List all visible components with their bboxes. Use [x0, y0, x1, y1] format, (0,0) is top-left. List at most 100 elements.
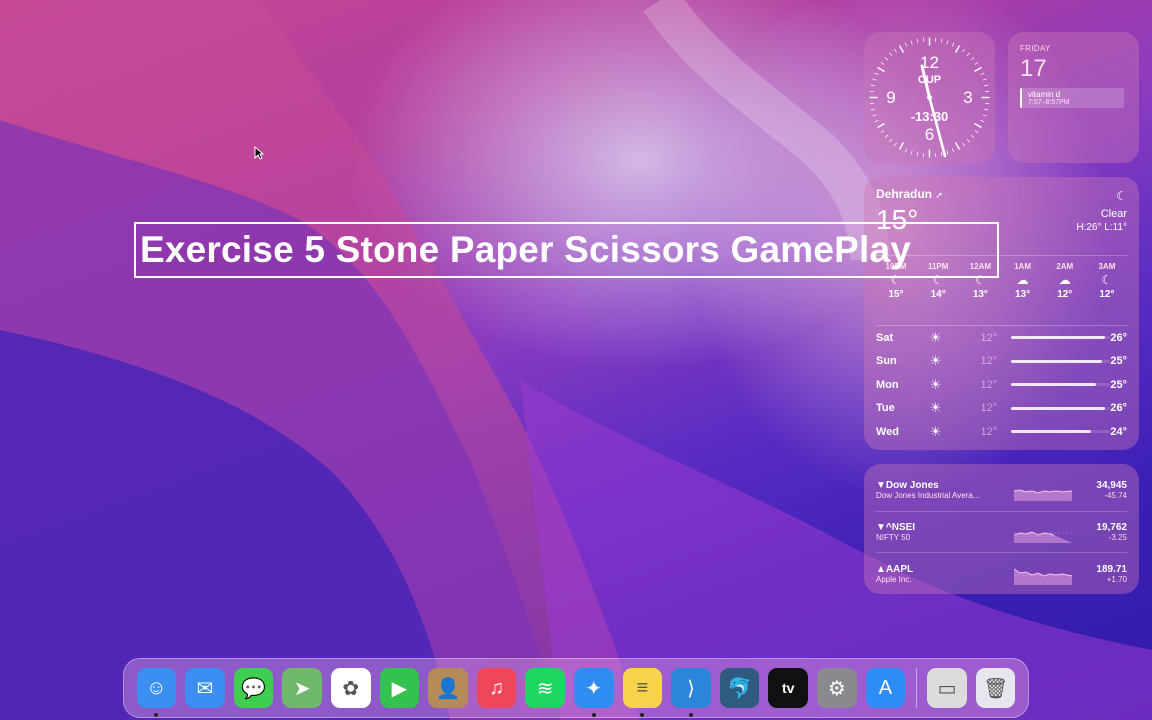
daily-forecast-row: Sat ☀ 12° 26° — [876, 326, 1127, 350]
temperature-range-fill — [1011, 383, 1097, 387]
daily-low: 12° — [980, 378, 998, 391]
cloud-moon-icon: ☁ — [1058, 273, 1071, 287]
running-indicator — [689, 713, 693, 717]
clock-center — [927, 95, 932, 100]
stock-row[interactable]: ▼Dow Jones Dow Jones Industrial Avera... 3… — [876, 470, 1127, 512]
contacts-icon[interactable]: 👤 — [428, 668, 468, 708]
calendar-widget[interactable]: FRIDAY 17 vitamin d 7:57–8:57PM — [1008, 32, 1139, 163]
weather-widget[interactable]: Dehradun ➚ 15° ☾ Clear H:26° L:11° 10PM ☾… — [864, 177, 1139, 450]
sun-icon: ☀ — [929, 376, 942, 392]
clock-numeral: 9 — [886, 88, 895, 107]
hourly-time: 1AM — [1014, 262, 1031, 271]
clock-tick — [898, 45, 905, 53]
stock-name: NIFTY 50 — [876, 532, 911, 542]
clock-tick — [904, 42, 908, 47]
clock-tick — [889, 138, 893, 143]
clock-tick — [874, 72, 879, 76]
weather-daily-forecast: Sat ☀ 12° 26° Sun ☀ 12° 25° Mon ☀ 12° 25° Tue ☀ 12° 26°… — [876, 325, 1127, 444]
clock-tick — [884, 134, 889, 138]
moon-icon: ☾ — [1116, 189, 1127, 203]
daily-high: 25° — [1110, 378, 1127, 391]
hourly-temp: 14° — [930, 289, 946, 300]
mail-icon[interactable]: ✉ — [185, 668, 225, 708]
photos-icon[interactable]: ✿ — [330, 668, 371, 708]
hourly-forecast-item: 3AM ☾ 12° — [1087, 262, 1127, 307]
temperature-range-fill — [1011, 406, 1106, 410]
safari-icon[interactable]: ✦ — [573, 668, 614, 717]
daily-day: Sat — [876, 331, 894, 344]
stock-row[interactable]: ▲AAPL Apple Inc. 189.71 +1.70 — [876, 553, 1127, 595]
stock-change: -45.74 — [1104, 491, 1127, 501]
clock-tick — [940, 152, 943, 157]
system-settings-icon[interactable]: ⚙ — [817, 668, 857, 708]
clock-numeral: 6 — [925, 125, 934, 144]
clock-tick — [877, 66, 885, 73]
moon-icon: ☾ — [1101, 273, 1113, 287]
daily-high: 24° — [1110, 425, 1127, 438]
maps-icon[interactable]: ➤ — [282, 668, 322, 708]
clock-tick — [898, 142, 905, 150]
clock-tick — [870, 108, 875, 111]
daily-day: Sun — [876, 355, 897, 368]
clock-tick — [874, 119, 879, 123]
clock-tick — [880, 130, 885, 134]
facetime-icon[interactable]: ▶ — [379, 668, 420, 708]
clock-tick — [982, 114, 987, 117]
daily-forecast-row: Sun ☀ 12° 25° — [876, 350, 1127, 374]
daily-forecast-row: Wed ☀ 12° 24° — [876, 420, 1127, 444]
stock-row[interactable]: ▼^NSEI NIFTY 50 19,762 -3.25 — [876, 512, 1127, 553]
clock-tick — [872, 78, 877, 81]
stock-price: 19,762 — [1096, 521, 1127, 533]
daily-high: 26° — [1110, 331, 1127, 344]
hourly-temp: 13° — [1015, 289, 1031, 300]
mysql-workbench-icon[interactable]: 🐬 — [719, 668, 760, 708]
clock-tick — [946, 150, 949, 155]
hourly-forecast-item: 2AM ☁ 12° — [1045, 262, 1085, 307]
temperature-range-bar — [1011, 430, 1111, 434]
screen-recording-thumbnail-icon[interactable]: ▭ — [927, 668, 967, 708]
clock-numeral: 3 — [963, 88, 972, 107]
mouse-cursor — [254, 146, 264, 160]
app-store-icon[interactable]: A — [865, 668, 906, 708]
weather-city-name: Dehradun — [876, 187, 933, 201]
clock-tick — [966, 52, 970, 57]
daily-day: Tue — [876, 402, 895, 415]
notes-icon[interactable]: ≡ — [622, 668, 663, 717]
trash-icon[interactable]: 🗑 — [975, 668, 1016, 708]
stocks-widget[interactable]: ▼Dow Jones Dow Jones Industrial Avera... 3… — [864, 464, 1139, 594]
temperature-range-bar — [1011, 383, 1111, 387]
sun-icon: ☀ — [929, 329, 942, 345]
daily-low: 12° — [980, 331, 998, 344]
vscode-icon[interactable]: ⟩ — [671, 668, 711, 717]
music-icon[interactable]: ♫ — [476, 668, 517, 708]
clock-tick — [974, 122, 982, 129]
temperature-range-fill — [1011, 430, 1091, 434]
hourly-time: 3AM — [1098, 262, 1116, 271]
clock-tick — [893, 142, 897, 147]
stock-price: 189.71 — [1096, 563, 1127, 575]
stock-sparkline — [1014, 531, 1072, 543]
calendar-event[interactable]: vitamin d 7:57–8:57PM — [1020, 88, 1124, 108]
finder-icon[interactable]: ☺ — [136, 668, 177, 717]
dock-separator — [915, 668, 917, 708]
spotify-icon[interactable]: ≋ — [525, 668, 565, 708]
clock-tick — [970, 134, 975, 138]
clock-tick — [916, 38, 919, 43]
stock-symbol: ▲AAPL — [876, 563, 914, 575]
clock-tick — [910, 150, 913, 155]
hourly-forecast-item: 1AM ☁ 13° — [1003, 262, 1043, 307]
hourly-temp: 15° — [888, 289, 904, 300]
calendar-weekday: FRIDAY — [1020, 44, 1051, 53]
running-indicator — [154, 713, 159, 717]
clock-widget[interactable]: 12 3 6 9 CUP -13:30 — [864, 32, 995, 163]
daily-forecast-row: Tue ☀ 12° 26° — [876, 397, 1127, 421]
hourly-temp: 12° — [1057, 289, 1073, 300]
temperature-range-bar — [1011, 406, 1111, 410]
messages-icon[interactable]: 💬 — [233, 668, 274, 708]
clock-tick — [984, 108, 989, 111]
clock-tick — [974, 130, 979, 134]
apple-tv-icon[interactable]: tv — [768, 668, 809, 708]
clock-tick — [984, 84, 989, 87]
daily-low: 12° — [980, 425, 998, 438]
clock-tick — [966, 138, 970, 143]
